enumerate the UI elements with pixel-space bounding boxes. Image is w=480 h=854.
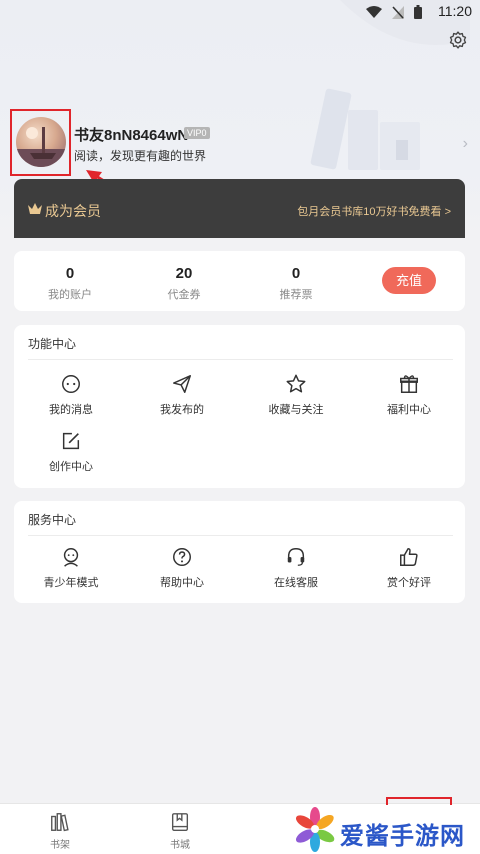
divider xyxy=(28,535,453,536)
menu-item-label: 我的消息 xyxy=(49,404,93,416)
gift-icon xyxy=(400,375,418,393)
vip-banner[interactable]: 成为会员 包月会员书库10万好书免费看 > xyxy=(14,179,465,238)
vip-level-badge: VIP0 xyxy=(184,127,210,139)
menu-item-my-posts[interactable]: 我发布的 xyxy=(132,373,232,417)
nav-tab-label: 书城 xyxy=(170,840,190,851)
avatar[interactable] xyxy=(16,117,66,167)
teen-mode-icon xyxy=(63,548,79,567)
edit-icon xyxy=(62,432,80,450)
status-bar: 11:20 xyxy=(0,0,480,24)
stat-recommend-tickets[interactable]: 0 推荐票 xyxy=(256,265,336,302)
username[interactable]: 书友8nN8464wN xyxy=(74,124,188,145)
profile-signature: 阅读，发现更有趣的世界 xyxy=(74,149,207,163)
thumbs-up-icon xyxy=(400,548,418,566)
avatar-highlight-box xyxy=(10,109,71,176)
menu-item-label: 青少年模式 xyxy=(43,577,99,589)
menu-item-label: 赏个好评 xyxy=(387,577,431,589)
send-icon xyxy=(173,375,191,393)
bookstore-icon xyxy=(171,813,189,831)
stat-value: 0 xyxy=(291,265,301,282)
stat-label: 推荐票 xyxy=(279,289,313,301)
service-center-title: 服务中心 xyxy=(28,513,77,527)
menu-item-label: 我发布的 xyxy=(160,404,204,416)
no-signal-icon xyxy=(392,5,404,19)
stat-account[interactable]: 0 我的账户 xyxy=(30,265,110,302)
watermark-text: 爱酱手游网 xyxy=(340,823,465,850)
message-icon xyxy=(62,375,80,393)
menu-item-messages[interactable]: 我的消息 xyxy=(21,373,121,417)
stat-label: 代金券 xyxy=(167,289,201,301)
menu-item-favorites[interactable]: 收藏与关注 xyxy=(246,373,346,417)
stat-value: 0 xyxy=(65,265,75,282)
menu-item-label: 帮助中心 xyxy=(160,577,204,589)
watermark-logo xyxy=(295,807,335,852)
menu-item-help-center[interactable]: 帮助中心 xyxy=(132,546,232,590)
menu-item-label: 在线客服 xyxy=(274,577,318,589)
battery-icon xyxy=(414,5,422,19)
menu-item-welfare[interactable]: 福利中心 xyxy=(359,373,459,417)
stat-vouchers[interactable]: 20 代金券 xyxy=(144,265,224,302)
wifi-icon xyxy=(366,5,382,18)
menu-item-label: 创作中心 xyxy=(49,461,93,473)
stat-value: 20 xyxy=(175,265,193,282)
vip-title: 成为会员 xyxy=(45,203,101,219)
menu-item-online-support[interactable]: 在线客服 xyxy=(246,546,346,590)
status-time: 11:20 xyxy=(438,3,472,19)
watermark: 爱酱手游网 xyxy=(290,805,480,854)
avatar-image xyxy=(16,127,66,167)
menu-item-rate-app[interactable]: 赏个好评 xyxy=(359,546,459,590)
service-center-card: 服务中心 青少年模式 帮助中心 在线客服 赏个好评 xyxy=(14,501,465,603)
nav-tab-label: 书架 xyxy=(50,840,70,851)
annotation-highlight-box xyxy=(386,797,452,805)
crown-icon xyxy=(28,203,42,214)
settings-gear-icon[interactable] xyxy=(448,30,468,50)
recharge-button[interactable]: 充值 xyxy=(382,267,436,294)
stat-label: 我的账户 xyxy=(48,289,92,301)
menu-item-teen-mode[interactable]: 青少年模式 xyxy=(21,546,121,590)
nav-tab-bookstore[interactable]: 书城 xyxy=(150,811,210,851)
chevron-right-icon[interactable]: › xyxy=(463,135,468,153)
nav-tab-bookshelf[interactable]: 书架 xyxy=(30,811,90,851)
help-icon xyxy=(173,548,191,566)
function-center-card: 功能中心 我的消息 我发布的 收藏与关注 福利中心 创作中心 xyxy=(14,325,465,488)
divider xyxy=(28,359,453,360)
menu-item-label: 福利中心 xyxy=(387,404,431,416)
headset-icon xyxy=(287,548,305,566)
function-center-title: 功能中心 xyxy=(28,337,77,351)
star-icon xyxy=(286,374,306,393)
menu-item-creation-center[interactable]: 创作中心 xyxy=(21,430,121,474)
menu-item-label: 收藏与关注 xyxy=(268,404,324,416)
vip-promo-link[interactable]: 包月会员书库10万好书免费看 > xyxy=(297,203,451,219)
bookshelf-icon xyxy=(51,813,69,832)
account-stats-card: 0 我的账户 20 代金券 0 推荐票 充值 xyxy=(14,251,465,311)
